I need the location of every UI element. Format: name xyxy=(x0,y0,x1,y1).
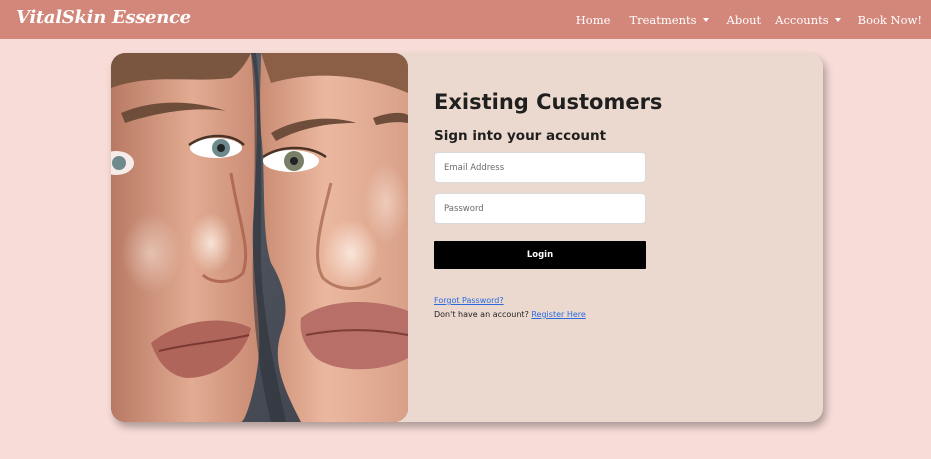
caret-down-icon xyxy=(702,18,709,22)
brand-logo[interactable]: VitalSkin Essence xyxy=(16,7,191,28)
faces-photo xyxy=(111,53,408,422)
caret-down-icon xyxy=(834,18,841,22)
nav-book-now-label: Book Now! xyxy=(857,12,922,27)
nav-treatments-label: Treatments xyxy=(629,12,697,27)
nav-home-label: Home xyxy=(575,12,611,27)
register-link[interactable]: Register Here xyxy=(531,310,585,319)
nav-accounts-label: Accounts xyxy=(775,12,829,27)
email-field[interactable] xyxy=(434,152,646,183)
login-button[interactable]: Login xyxy=(434,241,646,269)
faces-photo-illustration xyxy=(111,53,408,422)
nav-book-now[interactable]: Book Now! xyxy=(858,13,922,27)
password-field[interactable] xyxy=(434,193,646,224)
page-title: Existing Customers xyxy=(434,90,663,114)
register-line: Don't have an account? Register Here xyxy=(434,310,586,319)
nav-about[interactable]: About xyxy=(727,13,762,27)
nav-home[interactable]: Home xyxy=(576,13,611,27)
nav-treatments-dropdown[interactable]: Treatments xyxy=(629,12,709,27)
login-card: Existing Customers Sign into your accoun… xyxy=(111,53,823,422)
nav-about-label: About xyxy=(726,12,762,27)
nav-accounts-dropdown[interactable]: Accounts xyxy=(775,12,841,27)
forgot-password-link[interactable]: Forgot Password? xyxy=(434,296,504,305)
nav-links: Home Treatments About Accounts Book Now! xyxy=(576,0,922,39)
form-subtitle: Sign into your account xyxy=(434,128,607,144)
register-prompt: Don't have an account? xyxy=(434,310,529,319)
top-navbar: VitalSkin Essence Home Treatments About … xyxy=(0,0,931,39)
